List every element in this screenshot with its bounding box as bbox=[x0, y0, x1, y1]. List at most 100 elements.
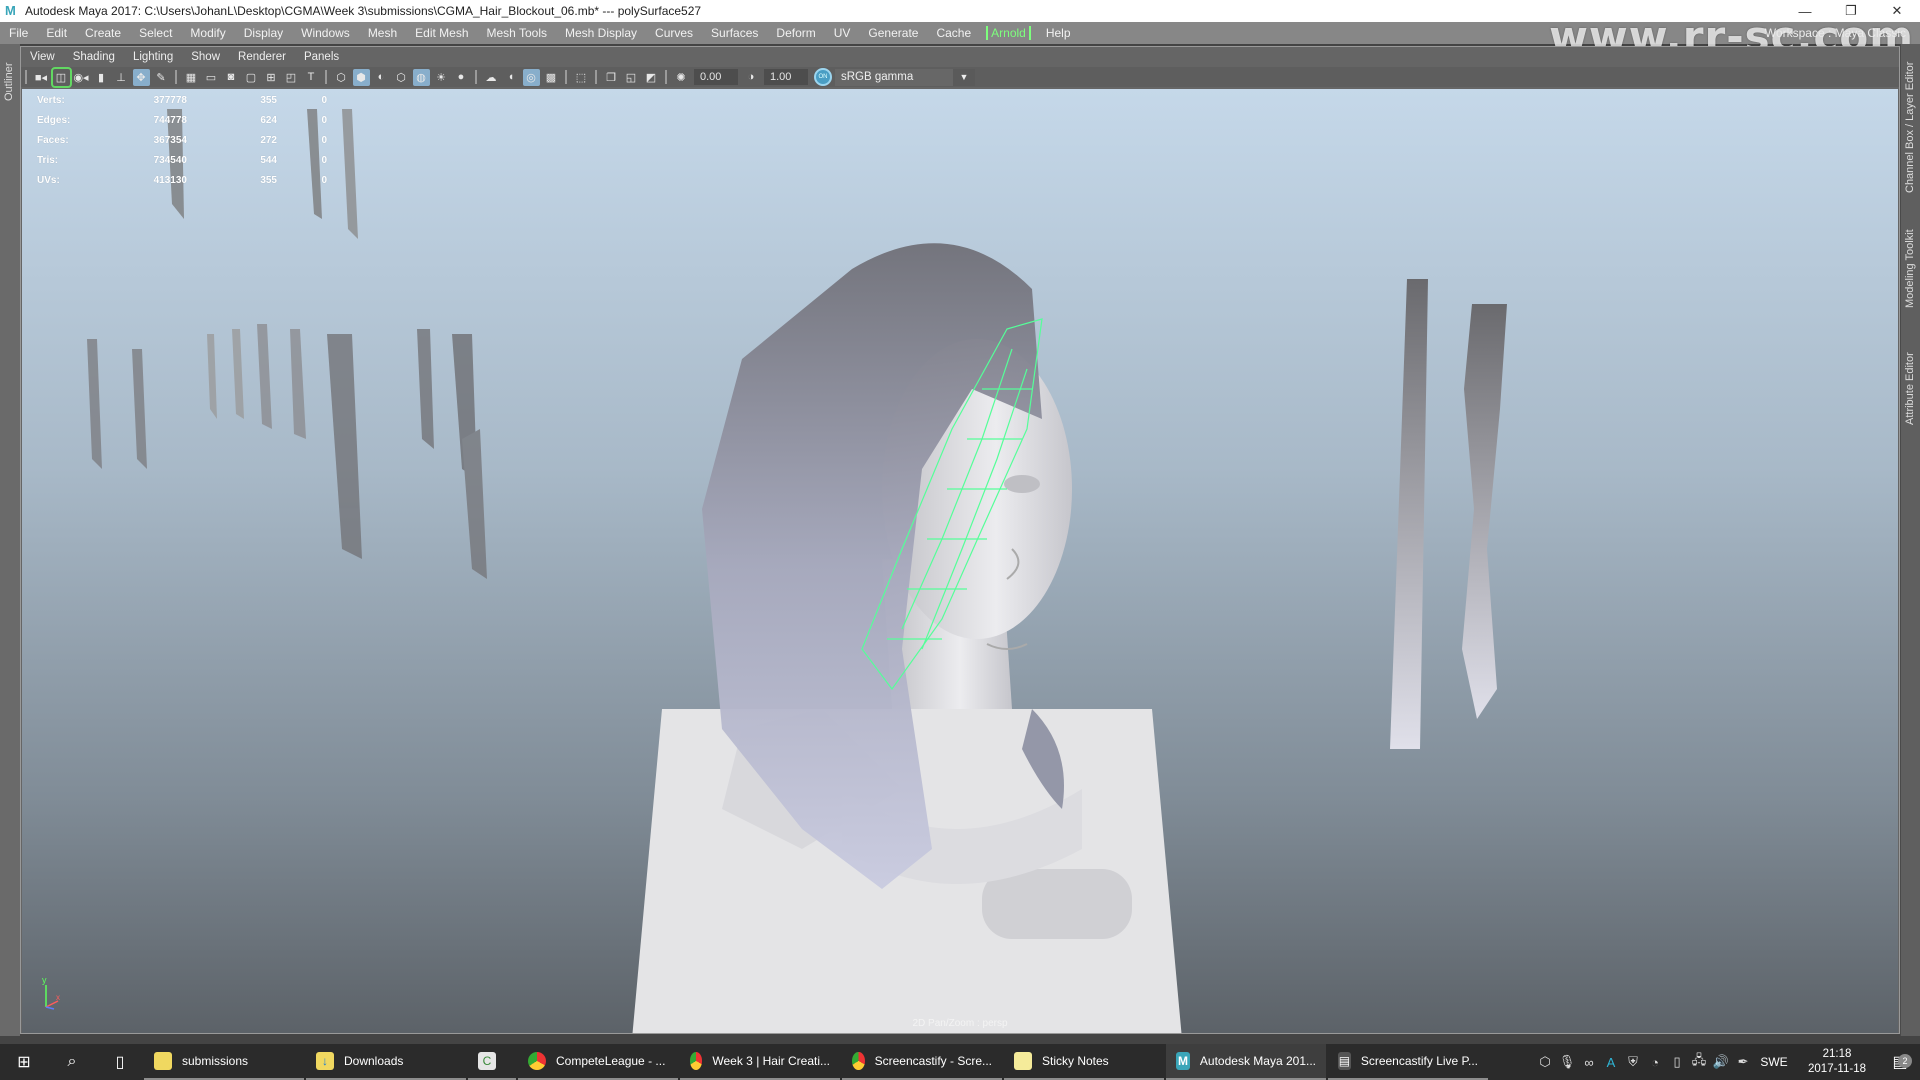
resolution-gate-icon[interactable]: ◙ bbox=[223, 69, 240, 86]
panel-menu-panels[interactable]: Panels bbox=[295, 51, 348, 63]
menu-mesh-display[interactable]: Mesh Display bbox=[556, 26, 646, 40]
safe-title-icon[interactable]: T bbox=[303, 69, 320, 86]
safe-action-icon[interactable]: ◰ bbox=[283, 69, 300, 86]
3d-viewport[interactable]: Verts: 377778 355 0 Edges: 744778 624 0 … bbox=[22, 89, 1898, 1033]
menu-curves[interactable]: Curves bbox=[646, 26, 702, 40]
task-view-icon[interactable]: ▯ bbox=[96, 1044, 144, 1080]
menu-generate[interactable]: Generate bbox=[859, 26, 927, 40]
wireframe-icon[interactable]: ⬡ bbox=[333, 69, 350, 86]
menu-arnold[interactable]: Arnold bbox=[986, 26, 1031, 40]
maya-icon: M bbox=[1176, 1052, 1190, 1070]
isolate-select-icon[interactable]: ⬚ bbox=[573, 69, 590, 86]
exposure-icon[interactable]: ✺ bbox=[673, 69, 690, 86]
gamma-field[interactable]: 1.00 bbox=[764, 69, 808, 85]
creative-cloud-icon[interactable]: ∞ bbox=[1578, 1055, 1600, 1070]
close-button[interactable]: ✕ bbox=[1874, 0, 1920, 22]
grid-icon[interactable]: ▦ bbox=[183, 69, 200, 86]
system-clock[interactable]: 21:18 2017-11-18 bbox=[1794, 1047, 1880, 1077]
menu-mesh[interactable]: Mesh bbox=[359, 26, 406, 40]
smooth-shade-icon[interactable]: ⬢ bbox=[352, 68, 370, 86]
toolbar-separator bbox=[175, 70, 177, 84]
panel-menu-renderer[interactable]: Renderer bbox=[229, 51, 295, 63]
grease-pencil-icon[interactable]: ✎ bbox=[153, 69, 170, 86]
autodesk-icon[interactable]: A bbox=[1600, 1055, 1622, 1070]
camera-attributes-icon[interactable]: ◉◂ bbox=[73, 69, 90, 86]
toolbar-separator bbox=[665, 70, 667, 84]
panel-menu-shading[interactable]: Shading bbox=[64, 51, 124, 63]
film-gate-icon[interactable]: ▭ bbox=[203, 69, 220, 86]
tab-modeling-toolkit[interactable]: Modeling Toolkit bbox=[1904, 214, 1916, 324]
taskbar-item-screencastify-live[interactable]: ▤ Screencastify Live P... bbox=[1328, 1044, 1488, 1080]
action-center-icon[interactable]: ▤ 2 bbox=[1880, 1052, 1920, 1072]
tab-outliner[interactable]: Outliner bbox=[3, 52, 15, 112]
bookmark-icon[interactable]: ▮ bbox=[93, 69, 110, 86]
satellite-icon[interactable]: ◔ bbox=[1644, 1055, 1666, 1070]
menu-file[interactable]: File bbox=[0, 26, 37, 40]
panel-menu-lighting[interactable]: Lighting bbox=[124, 51, 182, 63]
menu-select[interactable]: Select bbox=[130, 26, 181, 40]
menu-display[interactable]: Display bbox=[235, 26, 292, 40]
gamma-icon[interactable]: ◑ bbox=[743, 69, 760, 86]
menu-deform[interactable]: Deform bbox=[767, 26, 824, 40]
taskbar-item-competeleague[interactable]: CompeteLeague - ... bbox=[518, 1044, 678, 1080]
menu-modify[interactable]: Modify bbox=[181, 26, 234, 40]
taskbar-item-screencastify[interactable]: Screencastify - Scre... bbox=[842, 1044, 1002, 1080]
menu-edit-mesh[interactable]: Edit Mesh bbox=[406, 26, 477, 40]
exposure-field[interactable]: 0.00 bbox=[694, 69, 738, 85]
minimize-button[interactable]: — bbox=[1782, 0, 1828, 22]
maximize-button[interactable]: ❐ bbox=[1828, 0, 1874, 22]
color-management-toggle[interactable]: ON bbox=[814, 68, 832, 86]
2d-pan-zoom-icon[interactable]: ✥ bbox=[132, 68, 150, 86]
pen-icon[interactable]: ✒ bbox=[1732, 1054, 1754, 1070]
image-plane-icon[interactable]: ⊥ bbox=[113, 69, 130, 86]
tab-attribute-editor[interactable]: Attribute Editor bbox=[1904, 329, 1916, 449]
taskbar-item-downloads[interactable]: ↓ Downloads bbox=[306, 1044, 466, 1080]
vc-icon[interactable]: ⬡ bbox=[1534, 1054, 1556, 1070]
depth-of-field-icon[interactable]: ▩ bbox=[543, 69, 560, 86]
menu-help[interactable]: Help bbox=[1037, 26, 1080, 40]
view-axis-icon: y x bbox=[40, 973, 80, 1013]
windows-start-icon[interactable]: ⊞ bbox=[0, 1044, 48, 1080]
menu-surfaces[interactable]: Surfaces bbox=[702, 26, 767, 40]
taskbar-item-submissions[interactable]: submissions bbox=[144, 1044, 304, 1080]
defender-warning-icon[interactable]: ⛨ bbox=[1622, 1054, 1644, 1070]
hair-strand-straight bbox=[1390, 279, 1428, 749]
panel-menu-show[interactable]: Show bbox=[182, 51, 229, 63]
multisample-aa-icon[interactable]: ◎ bbox=[522, 68, 540, 86]
usb-icon[interactable]: ▯ bbox=[1666, 1054, 1688, 1070]
menu-windows[interactable]: Windows bbox=[292, 26, 359, 40]
taskbar-item-week3[interactable]: Week 3 | Hair Creati... bbox=[680, 1044, 840, 1080]
menu-mesh-tools[interactable]: Mesh Tools bbox=[478, 26, 556, 40]
ambient-occlusion-icon[interactable]: ☁ bbox=[483, 69, 500, 86]
menu-cache[interactable]: Cache bbox=[927, 26, 980, 40]
workspace-selector[interactable]: Workspace : Maya Classic bbox=[1765, 22, 1906, 44]
windows-taskbar: ⊞ ⌕ ▯ submissions ↓ Downloads C CompeteL… bbox=[0, 1044, 1920, 1080]
shadows-icon[interactable]: ● bbox=[453, 69, 470, 86]
gate-mask-icon[interactable]: ▢ bbox=[243, 69, 260, 86]
view-transform-dropdown[interactable]: sRGB gamma ▼ bbox=[835, 68, 975, 86]
menu-edit[interactable]: Edit bbox=[37, 26, 76, 40]
taskbar-item-sticky-notes[interactable]: Sticky Notes bbox=[1004, 1044, 1164, 1080]
select-camera-icon[interactable]: ■◂ bbox=[33, 69, 50, 86]
menu-uv[interactable]: UV bbox=[825, 26, 860, 40]
input-language[interactable]: SWE bbox=[1754, 1055, 1794, 1069]
taskbar-item-maya[interactable]: M Autodesk Maya 201... bbox=[1166, 1044, 1326, 1080]
xray-icon[interactable]: ❐ bbox=[603, 69, 620, 86]
xray-joints-icon[interactable]: ◱ bbox=[623, 69, 640, 86]
textured-icon[interactable]: ◍ bbox=[412, 68, 430, 86]
motion-blur-icon[interactable]: ◖ bbox=[503, 69, 520, 86]
menu-create[interactable]: Create bbox=[76, 26, 130, 40]
volume-icon[interactable]: 🔊 bbox=[1710, 1054, 1732, 1070]
field-chart-icon[interactable]: ⊞ bbox=[263, 69, 280, 86]
default-material-icon[interactable]: ◐ bbox=[373, 69, 390, 86]
lock-camera-icon[interactable]: ◫ bbox=[50, 66, 72, 88]
search-icon[interactable]: ⌕ bbox=[48, 1044, 96, 1080]
tab-channel-box[interactable]: Channel Box / Layer Editor bbox=[1904, 52, 1916, 202]
taskbar-item-camtasia[interactable]: C bbox=[468, 1044, 516, 1080]
wireframe-on-shaded-icon[interactable]: ⬡ bbox=[393, 69, 410, 86]
use-all-lights-icon[interactable]: ☀ bbox=[433, 69, 450, 86]
panel-menu-view[interactable]: View bbox=[21, 51, 64, 63]
microphone-icon[interactable]: 🎙 bbox=[1556, 1054, 1578, 1070]
network-icon[interactable]: 🖧 bbox=[1688, 1051, 1710, 1073]
xray-active-components-icon[interactable]: ◩ bbox=[643, 69, 660, 86]
